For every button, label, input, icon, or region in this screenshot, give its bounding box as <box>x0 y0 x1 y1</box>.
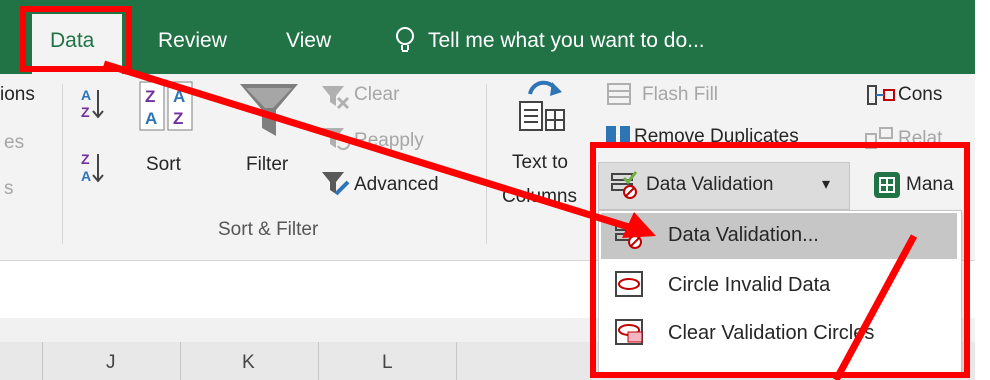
annotation-pointer-line <box>832 234 918 380</box>
annotation-arrow-to-menu <box>102 60 634 232</box>
annotation-arrows <box>102 60 918 380</box>
